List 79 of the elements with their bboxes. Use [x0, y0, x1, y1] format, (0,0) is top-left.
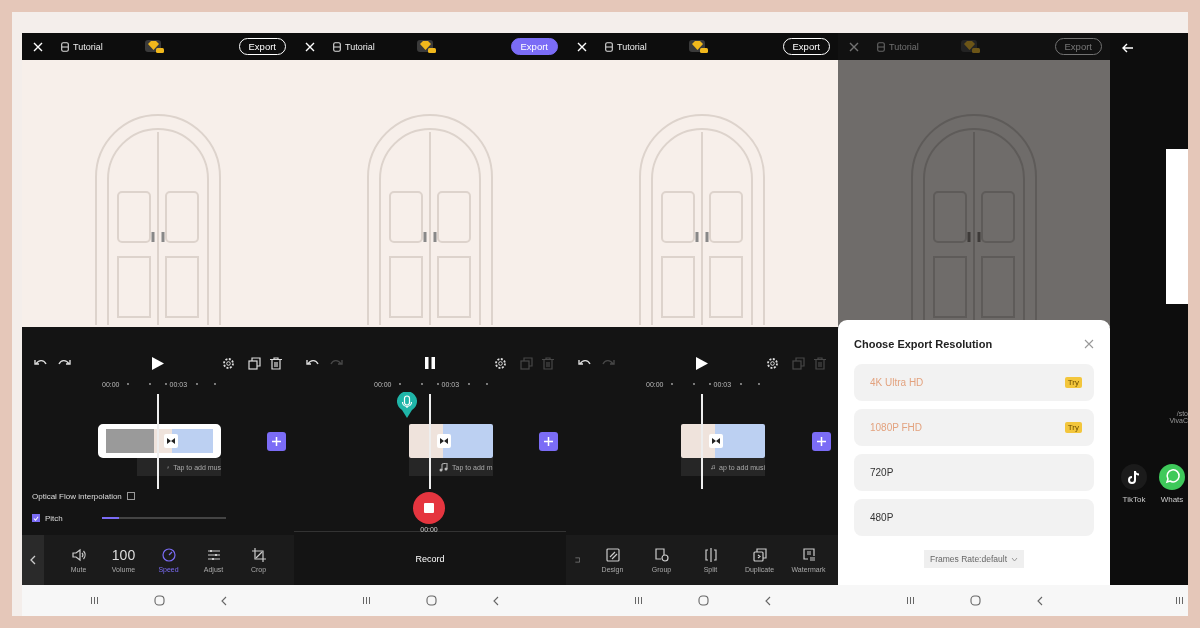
speedometer-icon	[161, 547, 176, 562]
transition-icon[interactable]	[164, 434, 178, 448]
settings-icon[interactable]	[766, 356, 779, 370]
chevron-left-icon	[30, 555, 36, 565]
video-clip[interactable]	[681, 424, 765, 458]
duplicate-icon	[752, 547, 767, 562]
home-icon[interactable]	[425, 595, 437, 606]
checkbox[interactable]	[32, 514, 40, 522]
recent-apps-icon[interactable]	[1175, 596, 1184, 605]
square-circle-icon	[654, 547, 669, 562]
phone-bubble-icon	[1159, 464, 1185, 490]
try-badge: Try	[1064, 377, 1082, 388]
stop-record-button[interactable]	[413, 492, 445, 524]
document-icon	[61, 41, 69, 52]
chevron-down-icon	[1011, 556, 1018, 562]
back-icon[interactable]	[1035, 595, 1043, 606]
undo-icon[interactable]	[306, 358, 320, 368]
recent-apps-icon[interactable]	[89, 596, 99, 605]
option-label: Optical Flow interpolation	[32, 491, 122, 501]
document-icon	[333, 41, 341, 52]
recent-apps-icon[interactable]	[905, 596, 915, 605]
recent-apps-icon[interactable]	[633, 596, 643, 605]
delete-icon[interactable]	[270, 356, 282, 370]
back-icon[interactable]	[763, 595, 771, 606]
gem-icon[interactable]	[689, 39, 709, 54]
play-icon[interactable]	[696, 356, 708, 370]
project-title: Tutorial	[345, 41, 376, 52]
gem-icon[interactable]	[145, 39, 165, 54]
recent-apps-icon[interactable]	[361, 596, 371, 605]
resolution-option[interactable]: 4K Ultra HD Try	[854, 364, 1094, 401]
add-clip-button[interactable]	[539, 431, 558, 451]
resolution-option[interactable]: 720P	[854, 454, 1094, 491]
plus-icon	[544, 436, 553, 446]
home-icon[interactable]	[153, 595, 165, 606]
settings-icon[interactable]	[222, 356, 235, 370]
home-icon[interactable]	[697, 595, 709, 606]
project-title: Tutorial	[617, 41, 648, 52]
resolution-option[interactable]: 480P	[854, 499, 1094, 536]
microphone-marker-icon[interactable]	[397, 392, 417, 418]
document-icon	[877, 41, 885, 52]
video-clip[interactable]	[98, 424, 221, 458]
hatched-square-icon	[605, 547, 620, 562]
share-app-button[interactable]: Whats	[1158, 464, 1186, 504]
undo-icon[interactable]	[578, 358, 592, 368]
back-icon[interactable]	[491, 595, 499, 606]
plus-icon	[272, 436, 281, 446]
back-icon[interactable]	[219, 595, 227, 606]
record-label: Record	[415, 553, 445, 564]
resolution-option[interactable]: 1080P FHD Try	[854, 409, 1094, 446]
back-arrow-icon[interactable]	[1122, 43, 1134, 53]
settings-icon[interactable]	[494, 356, 507, 370]
try-badge: Try	[1064, 422, 1082, 433]
transition-icon[interactable]	[709, 434, 723, 448]
sliders-icon	[206, 547, 221, 562]
video-clip[interactable]	[409, 424, 493, 458]
option-label: Pitch	[45, 513, 63, 523]
checkbox[interactable]	[126, 492, 135, 500]
project-title: Tutorial	[889, 41, 920, 52]
split-icon	[703, 547, 718, 562]
dialog-title: Choose Export Resolution	[854, 338, 993, 350]
crop-icon	[251, 547, 266, 562]
project-title: Tutorial	[73, 41, 104, 52]
duplicate-icon[interactable]	[248, 356, 261, 370]
undo-icon[interactable]	[34, 358, 48, 368]
redo-icon[interactable]	[57, 358, 71, 368]
home-icon[interactable]	[969, 595, 981, 606]
plus-icon	[817, 436, 826, 446]
document-icon	[605, 41, 613, 52]
pause-icon[interactable]	[424, 357, 436, 369]
speaker-icon	[71, 547, 86, 562]
play-icon[interactable]	[152, 356, 164, 370]
add-clip-button[interactable]	[812, 431, 831, 451]
add-clip-button[interactable]	[267, 431, 286, 451]
share-app-button[interactable]: TikTok	[1120, 464, 1148, 504]
frame-rate-dropdown[interactable]: Frames Rate:default	[924, 550, 1024, 568]
gem-icon[interactable]	[417, 39, 437, 54]
export-button[interactable]: Export	[510, 38, 558, 55]
watermark-icon	[801, 547, 816, 562]
transition-icon[interactable]	[437, 434, 451, 448]
